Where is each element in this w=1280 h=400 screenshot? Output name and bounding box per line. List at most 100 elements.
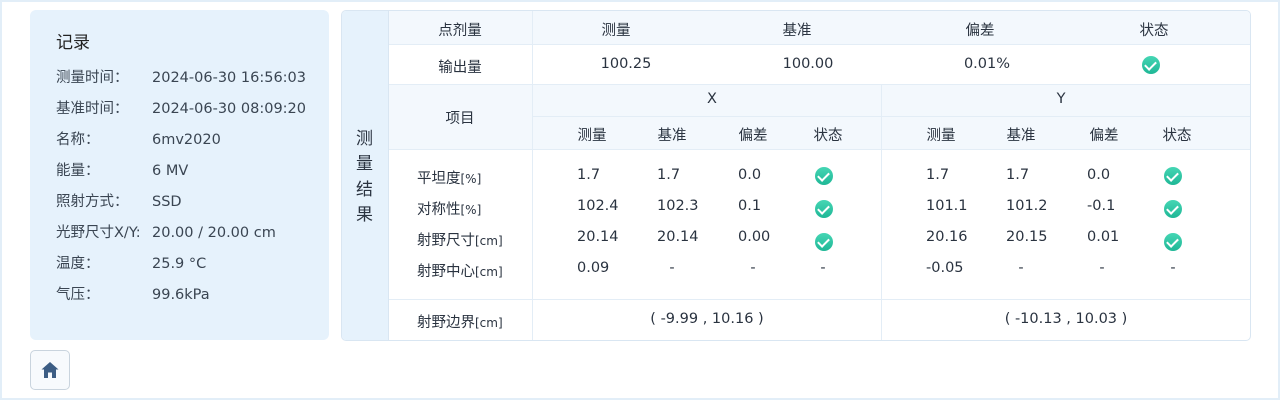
record-row-pressure: 气压： 99.6kPa: [56, 283, 210, 304]
x-field-edge: ( -9.99 , 10.16 ): [650, 311, 764, 327]
dose-deviation: 0.01%: [963, 56, 1011, 72]
y-reference: -: [1018, 260, 1024, 276]
y-reference: 20.15: [1006, 229, 1048, 245]
x-measured: 102.4: [577, 198, 619, 214]
record-row-irradiation-mode: 照射方式： SSD: [56, 190, 182, 211]
dose-header-item: 点剂量: [438, 23, 482, 39]
divider: [881, 85, 882, 340]
y-measured: -0.05: [926, 260, 964, 276]
side-char: 结: [356, 180, 373, 200]
status-ok-icon: [1164, 233, 1182, 251]
dose-measured: 100.25: [600, 56, 652, 72]
status-ok-icon: [1164, 167, 1182, 185]
side-char: 测: [356, 129, 373, 149]
record-label: 基准时间：: [56, 101, 129, 117]
divider: [532, 116, 1250, 117]
x-reference: 102.3: [657, 198, 699, 214]
record-value: 2024-06-30 08:09:20: [152, 101, 306, 117]
x-deviation: -: [750, 260, 756, 276]
row-name: 对称性: [417, 202, 461, 218]
y-header-reference: 基准: [1006, 128, 1036, 144]
row-label-field-center: 射野中心[cm]: [417, 260, 503, 281]
dose-reference: 100.00: [782, 56, 834, 72]
record-title: 记录: [56, 33, 90, 53]
record-value: 99.6kPa: [152, 287, 210, 303]
record-row-reference-time: 基准时间： 2024-06-30 08:09:20: [56, 97, 306, 118]
y-measured: 1.7: [926, 167, 950, 183]
home-icon: [41, 362, 59, 378]
row-name: 射野中心: [417, 264, 475, 280]
profile-header-item: 项目: [445, 111, 475, 127]
row-unit: [cm]: [475, 234, 503, 248]
results-panel: 测 量 结 果 点剂量 测量 基准 偏差 状态 输出量 100.25 100.0…: [341, 10, 1251, 341]
record-row-temperature: 温度： 25.9 °C: [56, 252, 206, 273]
divider: [389, 149, 1250, 150]
record-label: 光野尺寸X/Y:: [56, 225, 141, 241]
row-label-field-edge: 射野边界[cm]: [417, 311, 503, 332]
record-label: 气压：: [56, 287, 100, 303]
y-deviation: -: [1099, 260, 1105, 276]
status-ok-icon: [815, 167, 833, 185]
record-value: 6mv2020: [152, 132, 221, 148]
divider: [389, 299, 1250, 300]
home-button[interactable]: [30, 350, 70, 390]
row-name: 平坦度: [417, 171, 461, 187]
record-row-name: 名称： 6mv2020: [56, 128, 221, 149]
row-unit: [cm]: [475, 316, 503, 330]
record-value: 6 MV: [152, 163, 189, 179]
row-label-symmetry: 对称性[%]: [417, 198, 481, 219]
record-value: SSD: [152, 194, 182, 210]
record-row-field-size: 光野尺寸X/Y: 20.00 / 20.00 cm: [56, 221, 276, 242]
y-deviation: -0.1: [1087, 198, 1116, 214]
profile-header-y: Y: [1056, 91, 1066, 107]
y-header-status: 状态: [1162, 128, 1192, 144]
record-label: 测量时间：: [56, 70, 129, 86]
x-reference: 20.14: [657, 229, 699, 245]
x-measured: 0.09: [577, 260, 610, 276]
x-measured: 1.7: [577, 167, 601, 183]
row-label-field-size: 射野尺寸[cm]: [417, 229, 503, 250]
record-row-measure-time: 测量时间： 2024-06-30 16:56:03: [56, 66, 306, 87]
dose-header-reference: 基准: [782, 23, 812, 39]
x-header-reference: 基准: [657, 128, 687, 144]
y-header-deviation: 偏差: [1089, 128, 1119, 144]
dose-row-label: 输出量: [438, 60, 482, 76]
x-deviation: 0.1: [738, 198, 762, 214]
dose-header-band: [389, 11, 1250, 44]
dose-header-deviation: 偏差: [965, 23, 995, 39]
divider: [389, 44, 1250, 45]
profile-header-x: X: [707, 91, 717, 107]
x-deviation: 0.00: [738, 229, 771, 245]
record-value: 2024-06-30 16:56:03: [152, 70, 306, 86]
side-char: 果: [356, 205, 373, 225]
y-reference: 101.2: [1006, 198, 1048, 214]
status-ok-icon: [815, 200, 833, 218]
x-deviation: 0.0: [738, 167, 762, 183]
divider: [532, 11, 533, 340]
status-ok-icon: [1164, 200, 1182, 218]
y-deviation: 0.01: [1087, 229, 1120, 245]
dose-header-status: 状态: [1139, 23, 1169, 39]
x-measured: 20.14: [577, 229, 619, 245]
y-measured: 101.1: [926, 198, 968, 214]
row-unit: [%]: [460, 172, 482, 186]
results-side-label: 测 量 结 果: [342, 11, 389, 340]
record-label: 温度：: [56, 256, 100, 272]
divider: [389, 84, 1250, 85]
record-value: 20.00 / 20.00 cm: [152, 225, 276, 241]
row-unit: [%]: [460, 203, 482, 217]
y-measured: 20.16: [926, 229, 968, 245]
row-name: 射野尺寸: [417, 233, 475, 249]
dose-header-measured: 测量: [601, 23, 631, 39]
record-label: 名称：: [56, 132, 100, 148]
row-name: 射野边界: [417, 315, 475, 331]
x-reference: 1.7: [657, 167, 681, 183]
row-label-flatness: 平坦度[%]: [417, 167, 481, 188]
side-char: 量: [356, 154, 373, 174]
row-unit: [cm]: [475, 265, 503, 279]
x-reference: -: [669, 260, 675, 276]
record-value: 25.9 °C: [152, 256, 207, 272]
y-reference: 1.7: [1006, 167, 1030, 183]
x-header-deviation: 偏差: [738, 128, 768, 144]
x-header-status: 状态: [813, 128, 843, 144]
